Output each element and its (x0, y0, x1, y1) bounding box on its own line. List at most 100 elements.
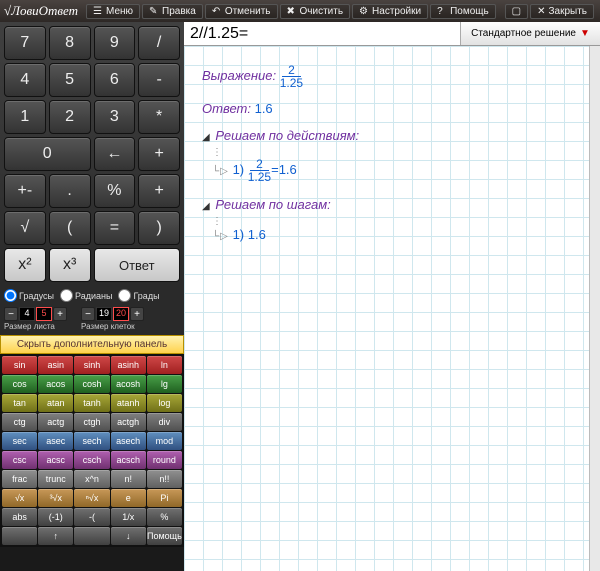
key-4[interactable]: 4 (4, 63, 46, 97)
menu-clear[interactable]: ✖Очистить (280, 4, 351, 19)
func-atanh[interactable]: atanh (111, 394, 146, 412)
func-ⁿ√x[interactable]: ⁿ√x (74, 489, 109, 507)
func-atan[interactable]: atan (38, 394, 73, 412)
func-actg[interactable]: actg (38, 413, 73, 431)
key-8[interactable]: 8 (49, 26, 91, 60)
key-back[interactable]: ← (94, 137, 136, 171)
key-dot[interactable]: . (49, 174, 91, 208)
minimize-button[interactable]: ▢ (505, 4, 528, 19)
func-asinh[interactable]: asinh (111, 356, 146, 374)
key-sqrt[interactable]: √ (4, 211, 46, 245)
func-asin[interactable]: asin (38, 356, 73, 374)
key-plus[interactable]: + (138, 137, 180, 171)
func-bottom[interactable] (2, 527, 37, 545)
close-button[interactable]: ✕Закрыть (530, 4, 594, 19)
func-csc[interactable]: csc (2, 451, 37, 469)
radio-grad[interactable]: Грады (118, 289, 159, 302)
func-(-1)[interactable]: (-1) (38, 508, 73, 526)
func-n!![interactable]: n!! (147, 470, 182, 488)
func-Pi[interactable]: Pi (147, 489, 182, 507)
func-cos[interactable]: cos (2, 375, 37, 393)
key-answer[interactable]: Ответ (94, 248, 181, 282)
func-sinh[interactable]: sinh (74, 356, 109, 374)
expression-input[interactable] (184, 22, 460, 45)
func-bottom[interactable] (74, 527, 109, 545)
key-pm[interactable]: +- (4, 174, 46, 208)
sheet-plus[interactable]: + (53, 307, 67, 321)
key-6[interactable]: 6 (94, 63, 136, 97)
func-ctgh[interactable]: ctgh (74, 413, 109, 431)
cell-plus[interactable]: + (130, 307, 144, 321)
cell-minus[interactable]: − (81, 307, 95, 321)
func-csch[interactable]: csch (74, 451, 109, 469)
sheet-b[interactable]: 5 (36, 307, 52, 321)
key-9[interactable]: 9 (94, 26, 136, 60)
key-5[interactable]: 5 (49, 63, 91, 97)
func-acsc[interactable]: acsc (38, 451, 73, 469)
key-x3[interactable]: x³ (49, 248, 91, 282)
key-div[interactable]: / (138, 26, 180, 60)
key-lp[interactable]: ( (49, 211, 91, 245)
func--([interactable]: -( (74, 508, 109, 526)
collapse-icon[interactable]: ◢ (202, 201, 210, 212)
func-sech[interactable]: sech (74, 432, 109, 450)
func-cosh[interactable]: cosh (74, 375, 109, 393)
key-mul[interactable]: * (138, 100, 180, 134)
hide-panel-button[interactable]: Скрыть дополнительную панель (0, 335, 184, 354)
func-div[interactable]: div (147, 413, 182, 431)
func-frac[interactable]: frac (2, 470, 37, 488)
menu-edit[interactable]: ✎Правка (142, 4, 203, 19)
func-%[interactable]: % (147, 508, 182, 526)
key-2[interactable]: 2 (49, 100, 91, 134)
func-sec[interactable]: sec (2, 432, 37, 450)
sheet-a[interactable]: 4 (19, 307, 35, 321)
cell-a[interactable]: 19 (96, 307, 112, 321)
key-minus[interactable]: - (138, 63, 180, 97)
func-lg[interactable]: lg (147, 375, 182, 393)
key-eq[interactable]: = (94, 211, 136, 245)
func-actgh[interactable]: actgh (111, 413, 146, 431)
collapse-icon[interactable]: ◢ (202, 132, 210, 143)
radio-deg[interactable]: Градусы (4, 289, 54, 302)
func-ln[interactable]: ln (147, 356, 182, 374)
func-bottom[interactable]: Помощь (147, 527, 182, 545)
cell-b[interactable]: 20 (113, 307, 129, 321)
sheet-minus[interactable]: − (4, 307, 18, 321)
func-asech[interactable]: asech (111, 432, 146, 450)
func-√x[interactable]: √x (2, 489, 37, 507)
func-tanh[interactable]: tanh (74, 394, 109, 412)
func-acosh[interactable]: acosh (111, 375, 146, 393)
func-sin[interactable]: sin (2, 356, 37, 374)
func-acos[interactable]: acos (38, 375, 73, 393)
func-tan[interactable]: tan (2, 394, 37, 412)
func-log[interactable]: log (147, 394, 182, 412)
func-mod[interactable]: mod (147, 432, 182, 450)
menu-undo[interactable]: ↶Отменить (205, 4, 278, 19)
key-x2[interactable]: x² (4, 248, 46, 282)
func-e[interactable]: e (111, 489, 146, 507)
radio-rad[interactable]: Радианы (60, 289, 112, 302)
key-0[interactable]: 0 (4, 137, 91, 171)
func-abs[interactable]: abs (2, 508, 37, 526)
func-bottom[interactable]: ↓ (111, 527, 146, 545)
key-pct[interactable]: % (94, 174, 136, 208)
key-7[interactable]: 7 (4, 26, 46, 60)
func-³√x[interactable]: ³√x (38, 489, 73, 507)
func-1/x[interactable]: 1/x (111, 508, 146, 526)
mode-dropdown[interactable]: Стандартное решение ▼ (460, 22, 600, 45)
func-trunc[interactable]: trunc (38, 470, 73, 488)
menu-main[interactable]: ☰Меню (86, 4, 140, 19)
func-asec[interactable]: asec (38, 432, 73, 450)
key-3[interactable]: 3 (94, 100, 136, 134)
func-round[interactable]: round (147, 451, 182, 469)
func-x^n[interactable]: x^n (74, 470, 109, 488)
func-ctg[interactable]: ctg (2, 413, 37, 431)
menu-settings[interactable]: ⚙Настройки (352, 4, 428, 19)
func-n![interactable]: n! (111, 470, 146, 488)
key-1[interactable]: 1 (4, 100, 46, 134)
func-bottom[interactable]: ↑ (38, 527, 73, 545)
scrollbar[interactable] (589, 46, 600, 571)
menu-help[interactable]: ?Помощь (430, 4, 496, 19)
key-plus2[interactable]: + (138, 174, 180, 208)
func-acsch[interactable]: acsch (111, 451, 146, 469)
